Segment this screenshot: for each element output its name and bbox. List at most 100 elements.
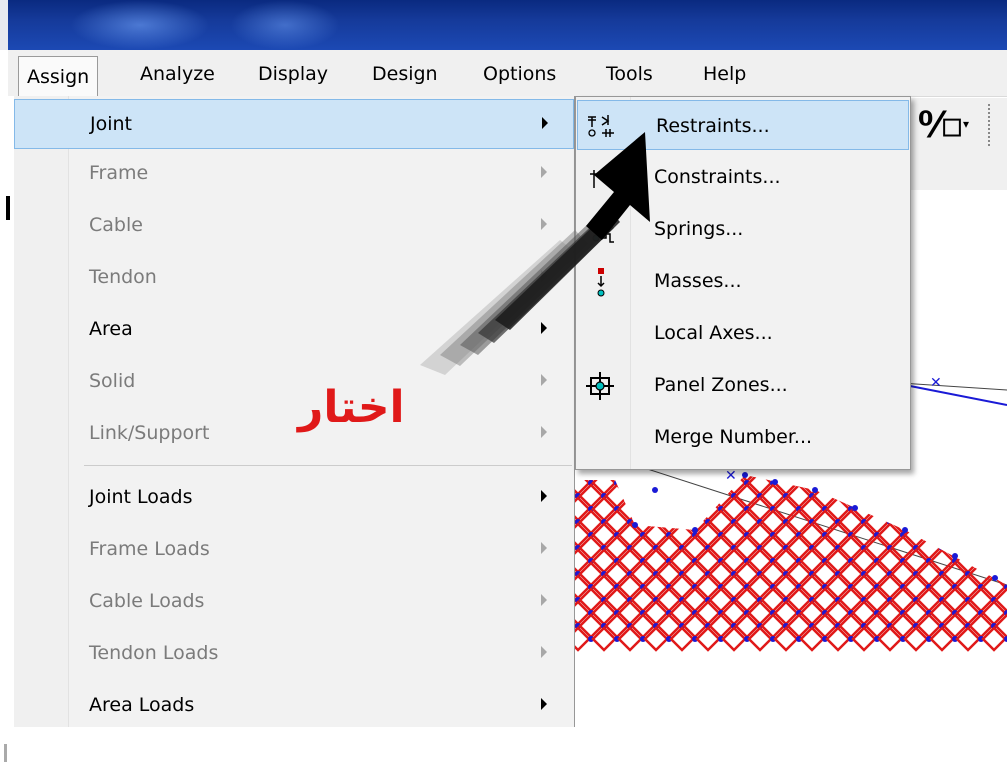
mesh-element: [851, 475, 877, 496]
view-tab-bar: [905, 158, 1007, 191]
mesh-element: [955, 522, 981, 548]
boundary-joint: [812, 487, 818, 493]
menu-item-panel-zones[interactable]: Panel Zones...: [576, 360, 910, 412]
mesh-element: [968, 483, 994, 509]
mesh-joint: [679, 493, 685, 499]
mesh-element: [994, 587, 1007, 613]
masses-icon: [597, 268, 605, 297]
menu-item-joint-loads[interactable]: Joint Loads: [14, 473, 574, 525]
mesh-element: [877, 496, 903, 522]
frame-line: [904, 384, 1007, 406]
mesh-element: [929, 522, 955, 548]
boundary-joint: [692, 527, 698, 533]
menu-item-tendon[interactable]: Tendon: [14, 253, 574, 305]
title-glow: [70, 0, 210, 50]
mesh-element: [643, 496, 669, 522]
menu-item-area[interactable]: Area: [14, 305, 574, 357]
mesh-element: [682, 483, 708, 509]
menu-display[interactable]: Display: [250, 61, 336, 87]
menu-item-cable[interactable]: Cable: [14, 201, 574, 253]
mesh-joint: [874, 506, 880, 512]
mesh-joint: [978, 506, 984, 512]
mesh-joint: [978, 532, 984, 538]
mesh-joint: [640, 506, 646, 512]
mesh-joint: [913, 467, 919, 473]
mesh-element: [929, 496, 955, 522]
menu-item-tendon-loads[interactable]: Tendon Loads: [14, 629, 574, 681]
boundary-joint: [952, 553, 958, 559]
mesh-joint: [705, 493, 711, 499]
menu-separator: [84, 465, 572, 466]
mesh-joint: [692, 506, 698, 512]
mesh-joint: [822, 480, 828, 486]
mesh-element: [968, 475, 994, 483]
mesh-element: [994, 475, 1007, 483]
menu-item-solid[interactable]: Solid: [14, 357, 574, 409]
mesh-joint: [666, 506, 672, 512]
menu-item-merge-number[interactable]: Merge Number...: [576, 412, 910, 464]
mesh-element: [994, 483, 1007, 509]
menu-tools[interactable]: Tools: [598, 61, 661, 87]
menu-item-area-loads[interactable]: Area Loads: [14, 681, 574, 733]
mesh-element: [968, 509, 994, 535]
mesh-element: [981, 475, 1007, 496]
mesh-joint: [718, 480, 724, 486]
mesh-element: [864, 483, 890, 509]
toolbar-separator: [988, 104, 990, 146]
mesh-element: [669, 496, 695, 522]
menu-options[interactable]: Options: [475, 61, 564, 87]
submenu-arrow-icon: [541, 166, 547, 178]
mesh-joint: [653, 493, 659, 499]
menu-item-local-axes[interactable]: Local Axes...: [576, 308, 910, 360]
title-bar: [0, 0, 1007, 50]
menu-item-label: Springs...: [654, 218, 744, 240]
menu-item-frame-loads[interactable]: Frame Loads: [14, 525, 574, 577]
menu-item-masses[interactable]: Masses...: [576, 256, 910, 308]
mesh-joint: [666, 480, 672, 486]
dropdown-arrow-icon[interactable]: ▾: [963, 117, 969, 131]
menu-item-label: Panel Zones...: [654, 374, 788, 396]
menu-analyze[interactable]: Analyze: [132, 61, 223, 87]
menu-item-springs[interactable]: Springs...: [576, 204, 910, 256]
boundary-joint: [632, 522, 638, 528]
mesh-element: [630, 483, 656, 509]
mesh-joint: [952, 506, 958, 512]
menu-item-label: Cable Loads: [89, 590, 205, 612]
mesh-group: [575, 467, 1007, 652]
menu-item-label: Area: [89, 318, 133, 340]
menu-item-label: Merge Number...: [654, 426, 813, 448]
menu-item-constraints[interactable]: Constraints...: [576, 152, 910, 204]
mesh-element: [903, 496, 929, 522]
menu-item-cable-loads[interactable]: Cable Loads: [14, 577, 574, 629]
menu-item-link-support[interactable]: Link/Support: [14, 409, 574, 461]
joint-submenu: Restraints... Constraints... Springs... …: [575, 96, 911, 470]
boundary-joint: [772, 479, 778, 485]
joint-marker: ✕: [930, 375, 942, 391]
mesh-element: [942, 475, 968, 483]
menu-design[interactable]: Design: [364, 61, 446, 87]
menu-assign[interactable]: Assign: [18, 56, 99, 97]
mesh-element: [617, 475, 643, 496]
assign-menu: Joint Frame Cable Tendon Area Solid Link…: [14, 96, 575, 727]
submenu-arrow-icon: [541, 594, 547, 606]
mesh-joint: [926, 532, 932, 538]
menu-item-joint[interactable]: Joint: [14, 99, 574, 149]
submenu-arrow-icon: [541, 542, 547, 554]
mesh-joint: [978, 480, 984, 486]
title-glow: [230, 0, 340, 50]
menu-item-restraints[interactable]: Restraints...: [577, 100, 909, 150]
mesh-joint: [679, 519, 685, 525]
menu-item-label: Local Axes...: [654, 322, 773, 344]
mesh-element: [994, 535, 1007, 561]
mesh-joint: [965, 493, 971, 499]
submenu-arrow-icon: [541, 646, 547, 658]
menu-help[interactable]: Help: [695, 61, 754, 87]
menu-item-frame[interactable]: Frame: [14, 149, 574, 201]
menu-item-label: Area Loads: [89, 694, 195, 716]
mesh-joint: [939, 493, 945, 499]
mesh-element: [981, 548, 1007, 574]
menu-item-label: Tendon Loads: [89, 642, 219, 664]
menu-item-label: Link/Support: [89, 422, 210, 444]
mesh-joint: [965, 545, 971, 551]
fraction-display-icon[interactable]: ⁰⁄▫: [918, 105, 964, 146]
